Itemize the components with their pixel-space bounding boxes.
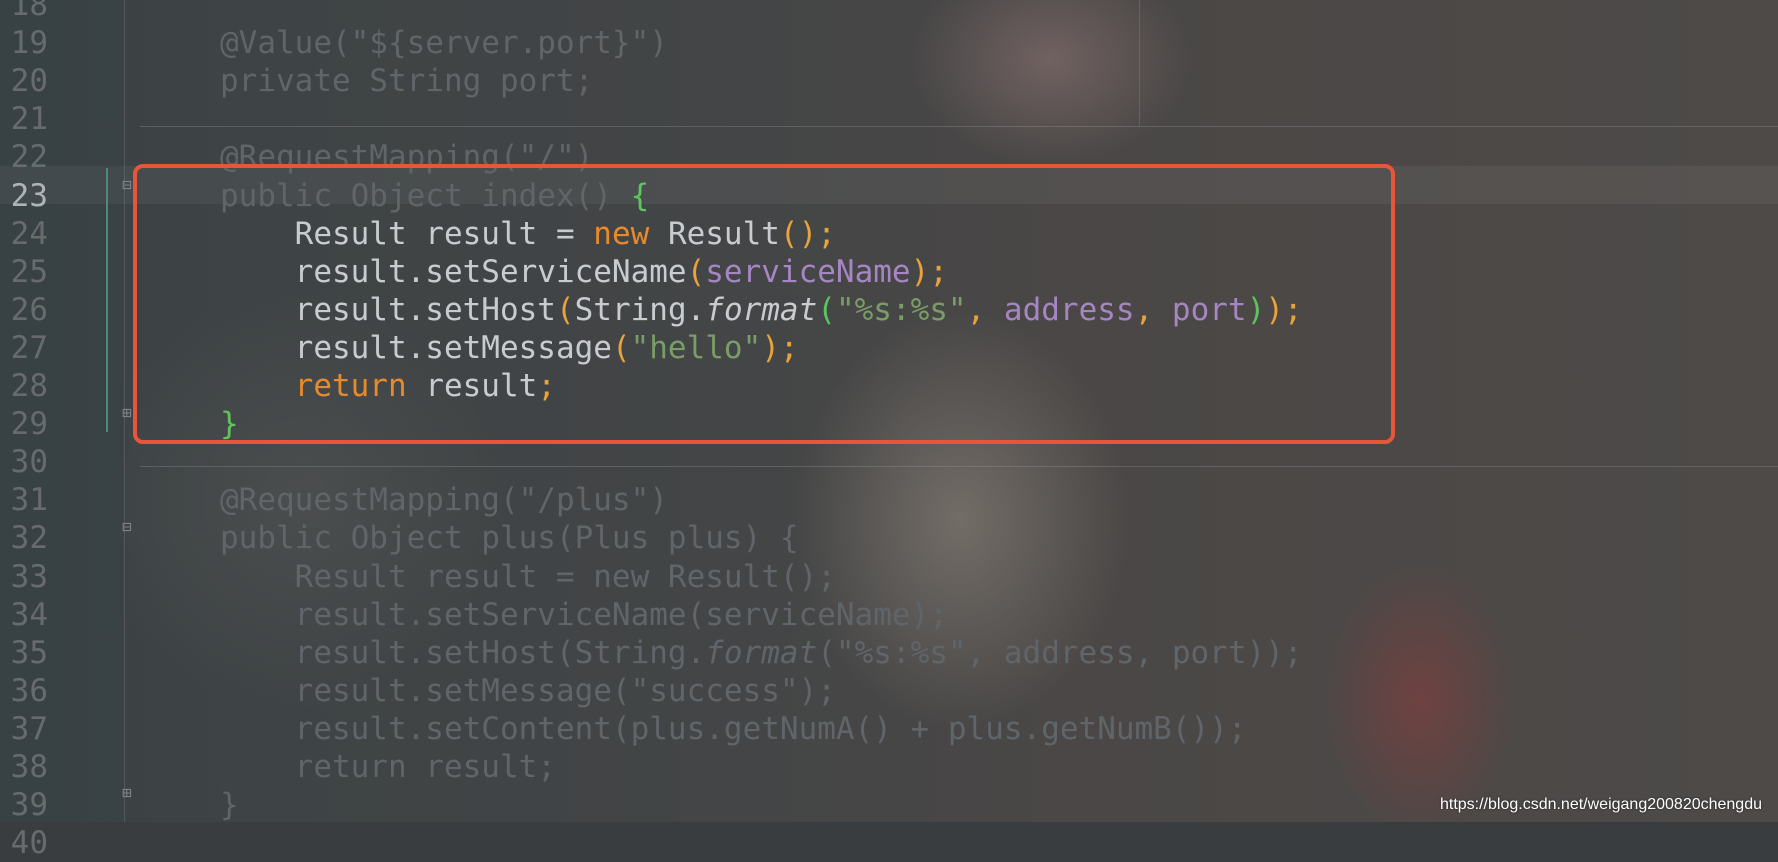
code-text: private String port;	[220, 62, 593, 100]
line-number: 21	[10, 101, 48, 138]
code-token: result.setHost(String.	[220, 634, 706, 671]
code-line[interactable]: 19 @Value("${server.port}")	[0, 24, 1778, 62]
code-text: @RequestMapping("/plus")	[220, 481, 668, 519]
code-text: return result;	[220, 748, 556, 786]
code-token: result.setContent(plus.getNumA() + plus.…	[220, 710, 1247, 747]
line-number: 40	[10, 825, 48, 862]
code-line[interactable]: 33 Result result = new Result();	[0, 558, 1778, 596]
code-text: }	[220, 786, 239, 824]
code-text: public Object plus(Plus plus) {	[220, 519, 799, 557]
code-text: result.setContent(plus.getNumA() + plus.…	[220, 710, 1247, 748]
line-number: 37	[10, 710, 48, 747]
code-token: Result result = new Result();	[220, 558, 836, 595]
line-number: 34	[10, 596, 48, 633]
code-line[interactable]: 35 result.setHost(String.format("%s:%s",…	[0, 634, 1778, 672]
code-line[interactable]: 40	[0, 824, 1778, 862]
code-token: ("%s:%s", address, port));	[817, 634, 1303, 671]
code-token: format	[705, 634, 818, 671]
code-line[interactable]: 31 @RequestMapping("/plus")	[0, 481, 1778, 519]
line-number: 19	[10, 25, 48, 62]
code-token: @RequestMapping("/plus")	[220, 482, 668, 519]
line-number: 29	[10, 406, 48, 443]
code-line[interactable]: 20 private String port;	[0, 62, 1778, 100]
code-token: result.setServiceName(serviceName);	[220, 596, 948, 633]
line-number: 27	[10, 329, 48, 366]
code-token: result.setMessage("success");	[220, 672, 836, 709]
code-text: result.setHost(String.format("%s:%s", ad…	[220, 634, 1303, 672]
line-number: 38	[10, 749, 48, 785]
code-token: @Value("${server.port}")	[220, 25, 668, 62]
line-number: 32	[10, 520, 48, 557]
code-line[interactable]: 36 result.setMessage("success");	[0, 672, 1778, 710]
line-number: 22	[10, 139, 48, 176]
line-number: 39	[10, 787, 48, 824]
line-number: 24	[10, 215, 48, 252]
code-line[interactable]: 21	[0, 100, 1778, 138]
line-number: 36	[10, 672, 48, 709]
code-line[interactable]: 32 public Object plus(Plus plus) {	[0, 519, 1778, 557]
line-number: 35	[10, 634, 48, 671]
code-token: private String port;	[220, 63, 594, 100]
code-line[interactable]: 30	[0, 443, 1778, 481]
code-token: return result;	[220, 749, 556, 785]
line-number: 20	[10, 63, 48, 100]
code-text: result.setServiceName(serviceName);	[220, 596, 948, 634]
line-number: 28	[10, 368, 48, 404]
code-token: }	[220, 787, 239, 824]
code-line[interactable]: 38 return result;	[0, 748, 1778, 786]
code-text: result.setMessage("success");	[220, 672, 836, 710]
code-line[interactable]: 34 result.setServiceName(serviceName);	[0, 596, 1778, 634]
code-line[interactable]: 18	[0, 0, 1778, 24]
line-number: 31	[10, 482, 48, 519]
annotation-highlight-box	[133, 164, 1395, 444]
line-number: 23	[10, 177, 48, 214]
code-token: public Object plus(Plus plus) {	[220, 520, 799, 557]
code-line[interactable]: 37 result.setContent(plus.getNumA() + pl…	[0, 710, 1778, 748]
line-number: 18	[10, 0, 48, 23]
line-number: 26	[10, 291, 48, 328]
code-text: Result result = new Result();	[220, 558, 836, 596]
line-number: 25	[10, 253, 48, 290]
code-text: @Value("${server.port}")	[220, 24, 668, 62]
watermark-text: https://blog.csdn.net/weigang200820cheng…	[1439, 796, 1762, 813]
line-number: 33	[10, 558, 48, 595]
line-number: 30	[10, 444, 48, 481]
